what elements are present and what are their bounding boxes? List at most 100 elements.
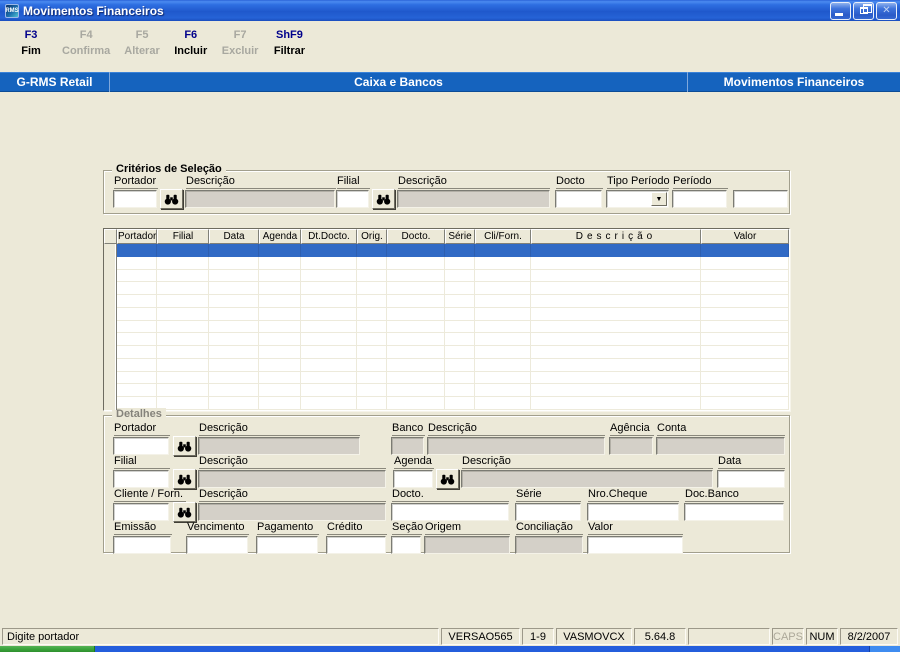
details-secao-label: Seção	[392, 521, 424, 535]
grid-cell	[475, 282, 531, 296]
grid-cell	[475, 244, 531, 257]
grid-cell	[259, 269, 301, 283]
grid-column-header-7[interactable]: Série	[445, 229, 475, 244]
grid-row-selector-header	[104, 229, 117, 244]
details-data-input[interactable]	[717, 470, 785, 488]
details-secao-input[interactable]	[391, 536, 421, 554]
toolbar-button-fim[interactable]: F3 Fim	[14, 29, 48, 57]
details-credito-input[interactable]	[326, 536, 386, 554]
details-emissao-input[interactable]	[113, 536, 171, 554]
grid-row[interactable]	[117, 282, 789, 296]
grid-column-header-8[interactable]: Cli/Forn.	[475, 229, 531, 244]
grid-row[interactable]	[117, 397, 789, 410]
minimize-button[interactable]	[830, 1, 851, 20]
criteria-portador-input[interactable]	[113, 190, 157, 208]
details-vencimento-input[interactable]	[186, 536, 248, 554]
grid-cell	[301, 384, 357, 398]
grid-cell	[209, 333, 259, 347]
toolbar-button-filtrar[interactable]: ShF9 Filtrar	[272, 29, 306, 57]
grid-cell	[531, 307, 701, 321]
criteria-tipo-periodo-select[interactable]: ▼	[606, 190, 669, 208]
grid-cell	[701, 346, 789, 359]
details-serie-input[interactable]	[515, 503, 581, 521]
grid-column-header-5[interactable]: Orig.	[357, 229, 387, 244]
criteria-periodo-start-input[interactable]	[672, 190, 727, 208]
grid-row[interactable]	[117, 346, 789, 359]
details-docto-input[interactable]	[391, 503, 509, 521]
grid-cell	[531, 397, 701, 410]
grid-row[interactable]	[117, 371, 789, 385]
details-agenda-input[interactable]	[393, 470, 433, 488]
grid-cell	[301, 358, 357, 372]
start-button-sliver[interactable]	[0, 646, 95, 652]
toolbar-button-confirma: F4 Confirma	[62, 29, 110, 57]
details-agencia-input	[609, 437, 653, 455]
grid-cell	[157, 346, 209, 359]
grid-cell	[301, 346, 357, 359]
criteria-portador-search-button[interactable]	[160, 189, 183, 209]
grid-row-selector-column	[104, 244, 117, 410]
details-conciliacao-input	[515, 536, 583, 554]
details-valor-label: Valor	[588, 521, 683, 535]
grid-column-header-1[interactable]: Filial	[157, 229, 209, 244]
banner-module-name: Caixa e Bancos	[110, 72, 688, 92]
grid-cell	[531, 320, 701, 334]
grid-cell	[157, 333, 209, 347]
grid-column-header-6[interactable]: Docto.	[387, 229, 445, 244]
details-doc-banco-input[interactable]	[684, 503, 784, 521]
grid-cell	[387, 371, 445, 385]
grid-cell	[701, 320, 789, 334]
grid-row[interactable]	[117, 384, 789, 398]
grid-column-header-3[interactable]: Agenda	[259, 229, 301, 244]
grid-cell	[301, 320, 357, 334]
details-filial-input[interactable]	[113, 470, 169, 488]
grid-column-header-4[interactable]: Dt.Docto.	[301, 229, 357, 244]
details-cliente-forn-search-button[interactable]	[173, 502, 196, 522]
function-toolbar: F3 Fim F4 Confirma F5 Alterar F6 Incluir…	[0, 21, 900, 69]
grid-column-header-2[interactable]: Data	[209, 229, 259, 244]
grid-cell	[301, 256, 357, 270]
grid-cell	[259, 346, 301, 359]
details-portador-input[interactable]	[113, 437, 169, 455]
grid-cell	[531, 346, 701, 359]
grid-row[interactable]	[117, 295, 789, 308]
details-filial-search-button[interactable]	[173, 469, 196, 489]
close-button[interactable]: ✕	[876, 1, 897, 20]
grid-row[interactable]	[117, 320, 789, 334]
grid-cell	[301, 244, 357, 257]
criteria-periodo-end-input[interactable]	[733, 190, 788, 208]
criteria-filial-input[interactable]	[336, 190, 369, 208]
details-valor-input[interactable]	[587, 536, 683, 554]
criteria-docto-input[interactable]	[555, 190, 602, 208]
grid-cell	[445, 295, 475, 308]
details-nro-cheque-input[interactable]	[587, 503, 679, 521]
grid-cell	[209, 397, 259, 410]
toolbar-button-incluir[interactable]: F6 Incluir	[174, 29, 208, 57]
grid-column-header-9[interactable]: Descrição	[531, 229, 701, 244]
details-agenda-search-button[interactable]	[436, 469, 459, 489]
banner-product-name: G-RMS Retail	[0, 72, 110, 92]
movements-grid[interactable]: Portador Filial Data Agenda Dt.Docto. Orig. Do…	[103, 228, 790, 411]
status-version: VERSAO565	[441, 628, 520, 645]
grid-cell	[387, 244, 445, 257]
restore-icon	[859, 4, 872, 14]
grid-column-header-10[interactable]: Valor	[701, 229, 789, 244]
details-cliente-forn-input[interactable]	[113, 503, 169, 521]
grid-row[interactable]	[117, 307, 789, 321]
grid-cell	[117, 269, 157, 283]
grid-row[interactable]	[117, 269, 789, 283]
grid-row[interactable]	[117, 358, 789, 372]
grid-column-header-0[interactable]: Portador	[117, 229, 157, 244]
grid-cell	[475, 307, 531, 321]
dropdown-arrow-icon[interactable]: ▼	[651, 192, 667, 206]
criteria-descricao-portador-input	[185, 190, 335, 208]
criteria-filial-search-button[interactable]	[372, 189, 395, 209]
grid-row[interactable]	[117, 256, 789, 270]
grid-row-selected[interactable]	[117, 244, 789, 257]
details-pagamento-input[interactable]	[256, 536, 318, 554]
grid-row[interactable]	[117, 333, 789, 347]
grid-cell	[531, 282, 701, 296]
details-portador-search-button[interactable]	[173, 436, 196, 456]
status-num-indicator: NUM	[806, 628, 838, 645]
restore-button[interactable]	[853, 1, 874, 20]
